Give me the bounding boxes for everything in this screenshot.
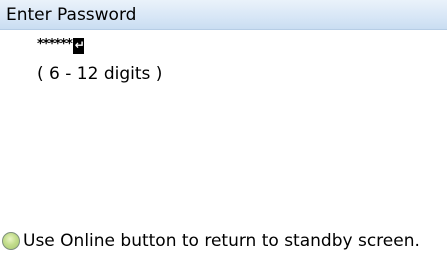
online-button-icon — [2, 232, 20, 250]
page-title: Enter Password — [6, 5, 137, 25]
password-field[interactable]: ****** ↵ — [37, 37, 85, 55]
footer-instruction: Use Online button to return to standby s… — [2, 231, 420, 251]
password-length-hint: ( 6 - 12 digits ) — [37, 64, 163, 84]
password-masked-value: ****** — [37, 37, 73, 52]
footer-text: Use Online button to return to standby s… — [23, 231, 420, 251]
text-cursor: ↵ — [72, 38, 85, 54]
title-bar: Enter Password — [0, 0, 447, 30]
enter-return-icon: ↵ — [74, 38, 85, 52]
